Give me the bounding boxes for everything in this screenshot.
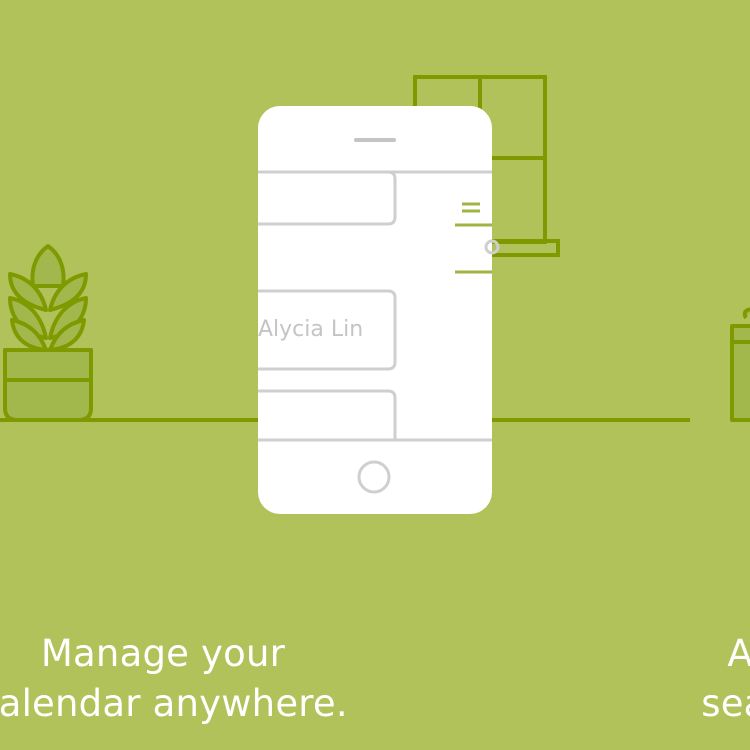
slide-caption-2-line-1: An <box>727 632 750 675</box>
slide-caption-1-line-1: Manage your <box>40 632 286 675</box>
contact-name: Alycia Lin <box>258 317 364 342</box>
slide-caption-2: An seam <box>652 629 750 729</box>
slide-caption-1-line-2: calendar anywhere. <box>0 682 348 725</box>
onboarding-carousel[interactable]: Alycia Lin Manage your calendar anywhere… <box>0 0 750 750</box>
second-potted-plant-icon <box>730 307 750 422</box>
smartphone-icon <box>258 106 500 514</box>
potted-plant-icon <box>3 244 93 422</box>
slide-caption-1: Manage your calendar anywhere. <box>0 629 418 729</box>
slide-caption-2-line-2: seam <box>701 682 750 725</box>
